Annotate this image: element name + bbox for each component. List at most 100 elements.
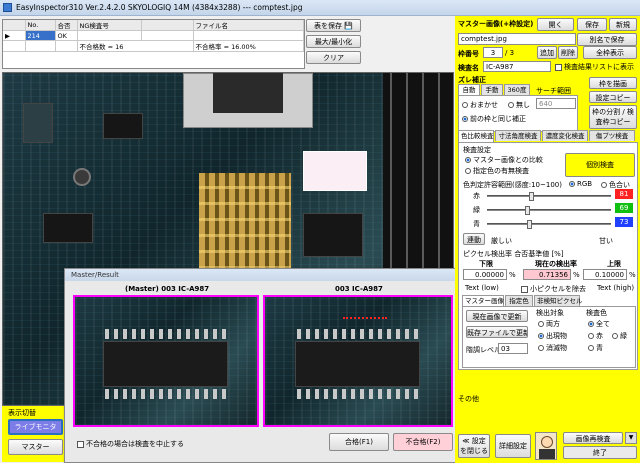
defect-marker xyxy=(343,309,387,319)
save-icon: 💾 xyxy=(344,22,353,30)
save-table-button[interactable]: 表を保存 💾 xyxy=(306,19,361,32)
copy-settings-button[interactable]: 設定コピー xyxy=(589,91,637,103)
radio-master-compare[interactable]: マスター画像との比較 xyxy=(465,155,543,165)
radio-auto[interactable]: おまかせ xyxy=(462,100,498,110)
tab-density[interactable]: 濃度変化検査 xyxy=(542,130,588,141)
batch-copy-button[interactable]: 枠の分割 / 検査枠コピー xyxy=(589,105,637,129)
text-high-label: Text (high) xyxy=(597,284,635,292)
settings-panel: マスター画像(+枠設定) 開く 保存 新規 comptest.jpg 別名で保存… xyxy=(455,16,640,463)
add-frame-button[interactable]: 追加 xyxy=(537,46,557,59)
assistant-avatar xyxy=(535,432,557,460)
radio-target-both[interactable]: 両方 xyxy=(538,319,560,329)
frame-number-label: 枠番号 xyxy=(458,50,479,58)
stop-on-fail-checkbox[interactable]: 不合格の場合は検査を中止する xyxy=(77,439,184,449)
toggle-size-button[interactable]: 最大/最小化 xyxy=(306,35,361,48)
master-view-button[interactable]: マスター xyxy=(8,439,63,455)
blue-slider[interactable] xyxy=(487,220,611,229)
table-row[interactable]: 不合格数 = 16 不合格率 = 16.00% xyxy=(3,40,304,52)
radio-none[interactable]: 無し xyxy=(508,100,530,110)
radio-same-as-previous[interactable]: 前の枠と同じ補正 xyxy=(462,114,526,124)
gray-level-select[interactable]: 03 xyxy=(498,343,528,354)
subtab-undetected-pixel[interactable]: 非検知ピクセル xyxy=(534,295,583,306)
tolerance-label: 色判定許容範囲(感度:10~100) xyxy=(463,181,562,189)
red-label: 赤 xyxy=(473,192,480,200)
exit-button[interactable]: 終了 xyxy=(563,446,637,459)
radio-target-vanish[interactable]: 消滅物 xyxy=(538,343,567,353)
save-button[interactable]: 保存 xyxy=(577,18,607,31)
remove-small-pixel-checkbox[interactable]: 小ピクセルを除去 xyxy=(521,284,586,294)
red-value: 81 xyxy=(615,189,633,199)
radio-color-green[interactable]: 緑 xyxy=(612,331,627,341)
show-in-list-checkbox[interactable]: 検査結果リストに表示 xyxy=(555,62,634,72)
clear-button[interactable]: クリア xyxy=(306,51,361,64)
green-label: 緑 xyxy=(473,206,480,214)
close-settings-button[interactable]: ≪ 設定を閉じる xyxy=(458,434,490,458)
inspection-name-field[interactable]: IC-A987 xyxy=(483,61,551,72)
tab-manual[interactable]: 手動 xyxy=(481,84,503,95)
tab-360[interactable]: 360度 xyxy=(504,84,530,95)
save-as-button[interactable]: 別名で保存 xyxy=(577,33,637,46)
shift-tabs: 自動 手動 360度 おまかせ 無し 前の枠と同じ補正 サーチ範囲 640 xyxy=(458,84,578,132)
individual-inspect-button[interactable]: 個別検査 xyxy=(565,153,635,177)
subtab-specified-color[interactable]: 指定色 xyxy=(505,295,533,306)
update-current-image-button[interactable]: 現在画像で更新 xyxy=(466,310,528,322)
detail-settings-button[interactable]: 詳細設定 xyxy=(495,434,531,458)
title-bar: EasyInspector310 Ver.2.4.2.0 SKYOLOGIQ 1… xyxy=(0,0,640,16)
result-image[interactable] xyxy=(263,295,453,427)
grid-header: NG検査号 xyxy=(77,20,142,31)
search-range-label: サーチ範囲 xyxy=(536,87,571,95)
board-chip xyxy=(23,103,53,143)
display-toggle-panel: 表示切替 ライブモニタ マスター xyxy=(2,406,66,462)
frame-number-spinner[interactable]: 3 xyxy=(483,47,503,58)
app-icon xyxy=(3,3,12,12)
board-chip xyxy=(43,213,93,243)
table-row[interactable]: ▶ 214 OK xyxy=(3,30,304,41)
board-chip xyxy=(303,213,363,257)
radio-target-appear[interactable]: 出現物 xyxy=(538,331,567,341)
radio-color-all[interactable]: 全て xyxy=(588,319,610,329)
highlight-box xyxy=(303,151,367,191)
tab-color-compare[interactable]: 色比較検査 xyxy=(458,130,494,142)
green-slider[interactable] xyxy=(487,206,611,215)
fail-button[interactable]: 不合格(F2) xyxy=(393,433,453,451)
radio-rgb[interactable]: RGB xyxy=(569,180,592,188)
master-filename-field[interactable]: comptest.jpg xyxy=(458,33,576,45)
dialog-title: Master/Result xyxy=(71,271,119,279)
delete-frame-button[interactable]: 削除 xyxy=(558,46,578,59)
radio-color-presence[interactable]: 指定色の有無検査 xyxy=(465,166,529,176)
checkbox-box xyxy=(77,440,84,448)
master-image[interactable] xyxy=(73,295,259,427)
lower-input[interactable]: 0.00000 xyxy=(463,269,507,280)
show-all-frames-button[interactable]: 全枠表示 xyxy=(583,46,637,59)
radio-color-red[interactable]: 赤 xyxy=(588,331,603,341)
lower-label: 下限 xyxy=(479,260,493,268)
upper-input[interactable]: 0.10000 xyxy=(583,269,627,280)
grid-header xyxy=(141,20,194,31)
tab-dimension[interactable]: 寸法角度検査 xyxy=(495,130,541,141)
left-image-caption: (Master) 003 IC-A987 xyxy=(125,285,210,293)
red-slider[interactable] xyxy=(487,192,611,201)
window-title: EasyInspector310 Ver.2.4.2.0 SKYOLOGIQ 1… xyxy=(16,3,303,12)
link-button[interactable]: 連動 xyxy=(463,233,485,245)
detect-target-label: 検出対象 xyxy=(536,309,564,317)
tab-scratch[interactable]: 傷ブツ検査 xyxy=(589,130,635,141)
live-monitor-button[interactable]: ライブモニタ xyxy=(8,419,63,435)
open-button[interactable]: 開く xyxy=(537,18,574,31)
grid-header: No. xyxy=(25,20,56,31)
master-result-dialog[interactable]: Master/Result (Master) 003 IC-A987 003 I… xyxy=(64,268,456,463)
draw-frame-button[interactable]: 枠を描画 xyxy=(589,77,637,89)
search-range-select[interactable]: 640 xyxy=(536,98,576,109)
master-title: マスター画像(+枠設定) xyxy=(458,20,534,28)
results-grid[interactable]: No. 合否 NG検査号 ファイル名 ▶ 214 OK 不合格数 = 16 不合… xyxy=(2,19,305,69)
other-label: その他 xyxy=(458,395,479,403)
reinspect-button[interactable]: 画像再検査 xyxy=(563,432,623,444)
grid-header: ファイル名 xyxy=(193,20,304,31)
radio-color-blue[interactable]: 青 xyxy=(588,343,603,353)
pass-button[interactable]: 合格(F1) xyxy=(329,433,389,451)
update-from-file-button[interactable]: 既存ファイルで更新 xyxy=(466,326,528,338)
reinspect-dropdown-icon[interactable]: ▼ xyxy=(625,432,637,444)
pixel-rate-title: ピクセル検出率 合否基準値 [%] xyxy=(463,250,564,258)
grid-header xyxy=(3,20,26,31)
strict-label: 厳しい xyxy=(491,237,512,245)
new-button[interactable]: 新規 xyxy=(609,18,637,31)
